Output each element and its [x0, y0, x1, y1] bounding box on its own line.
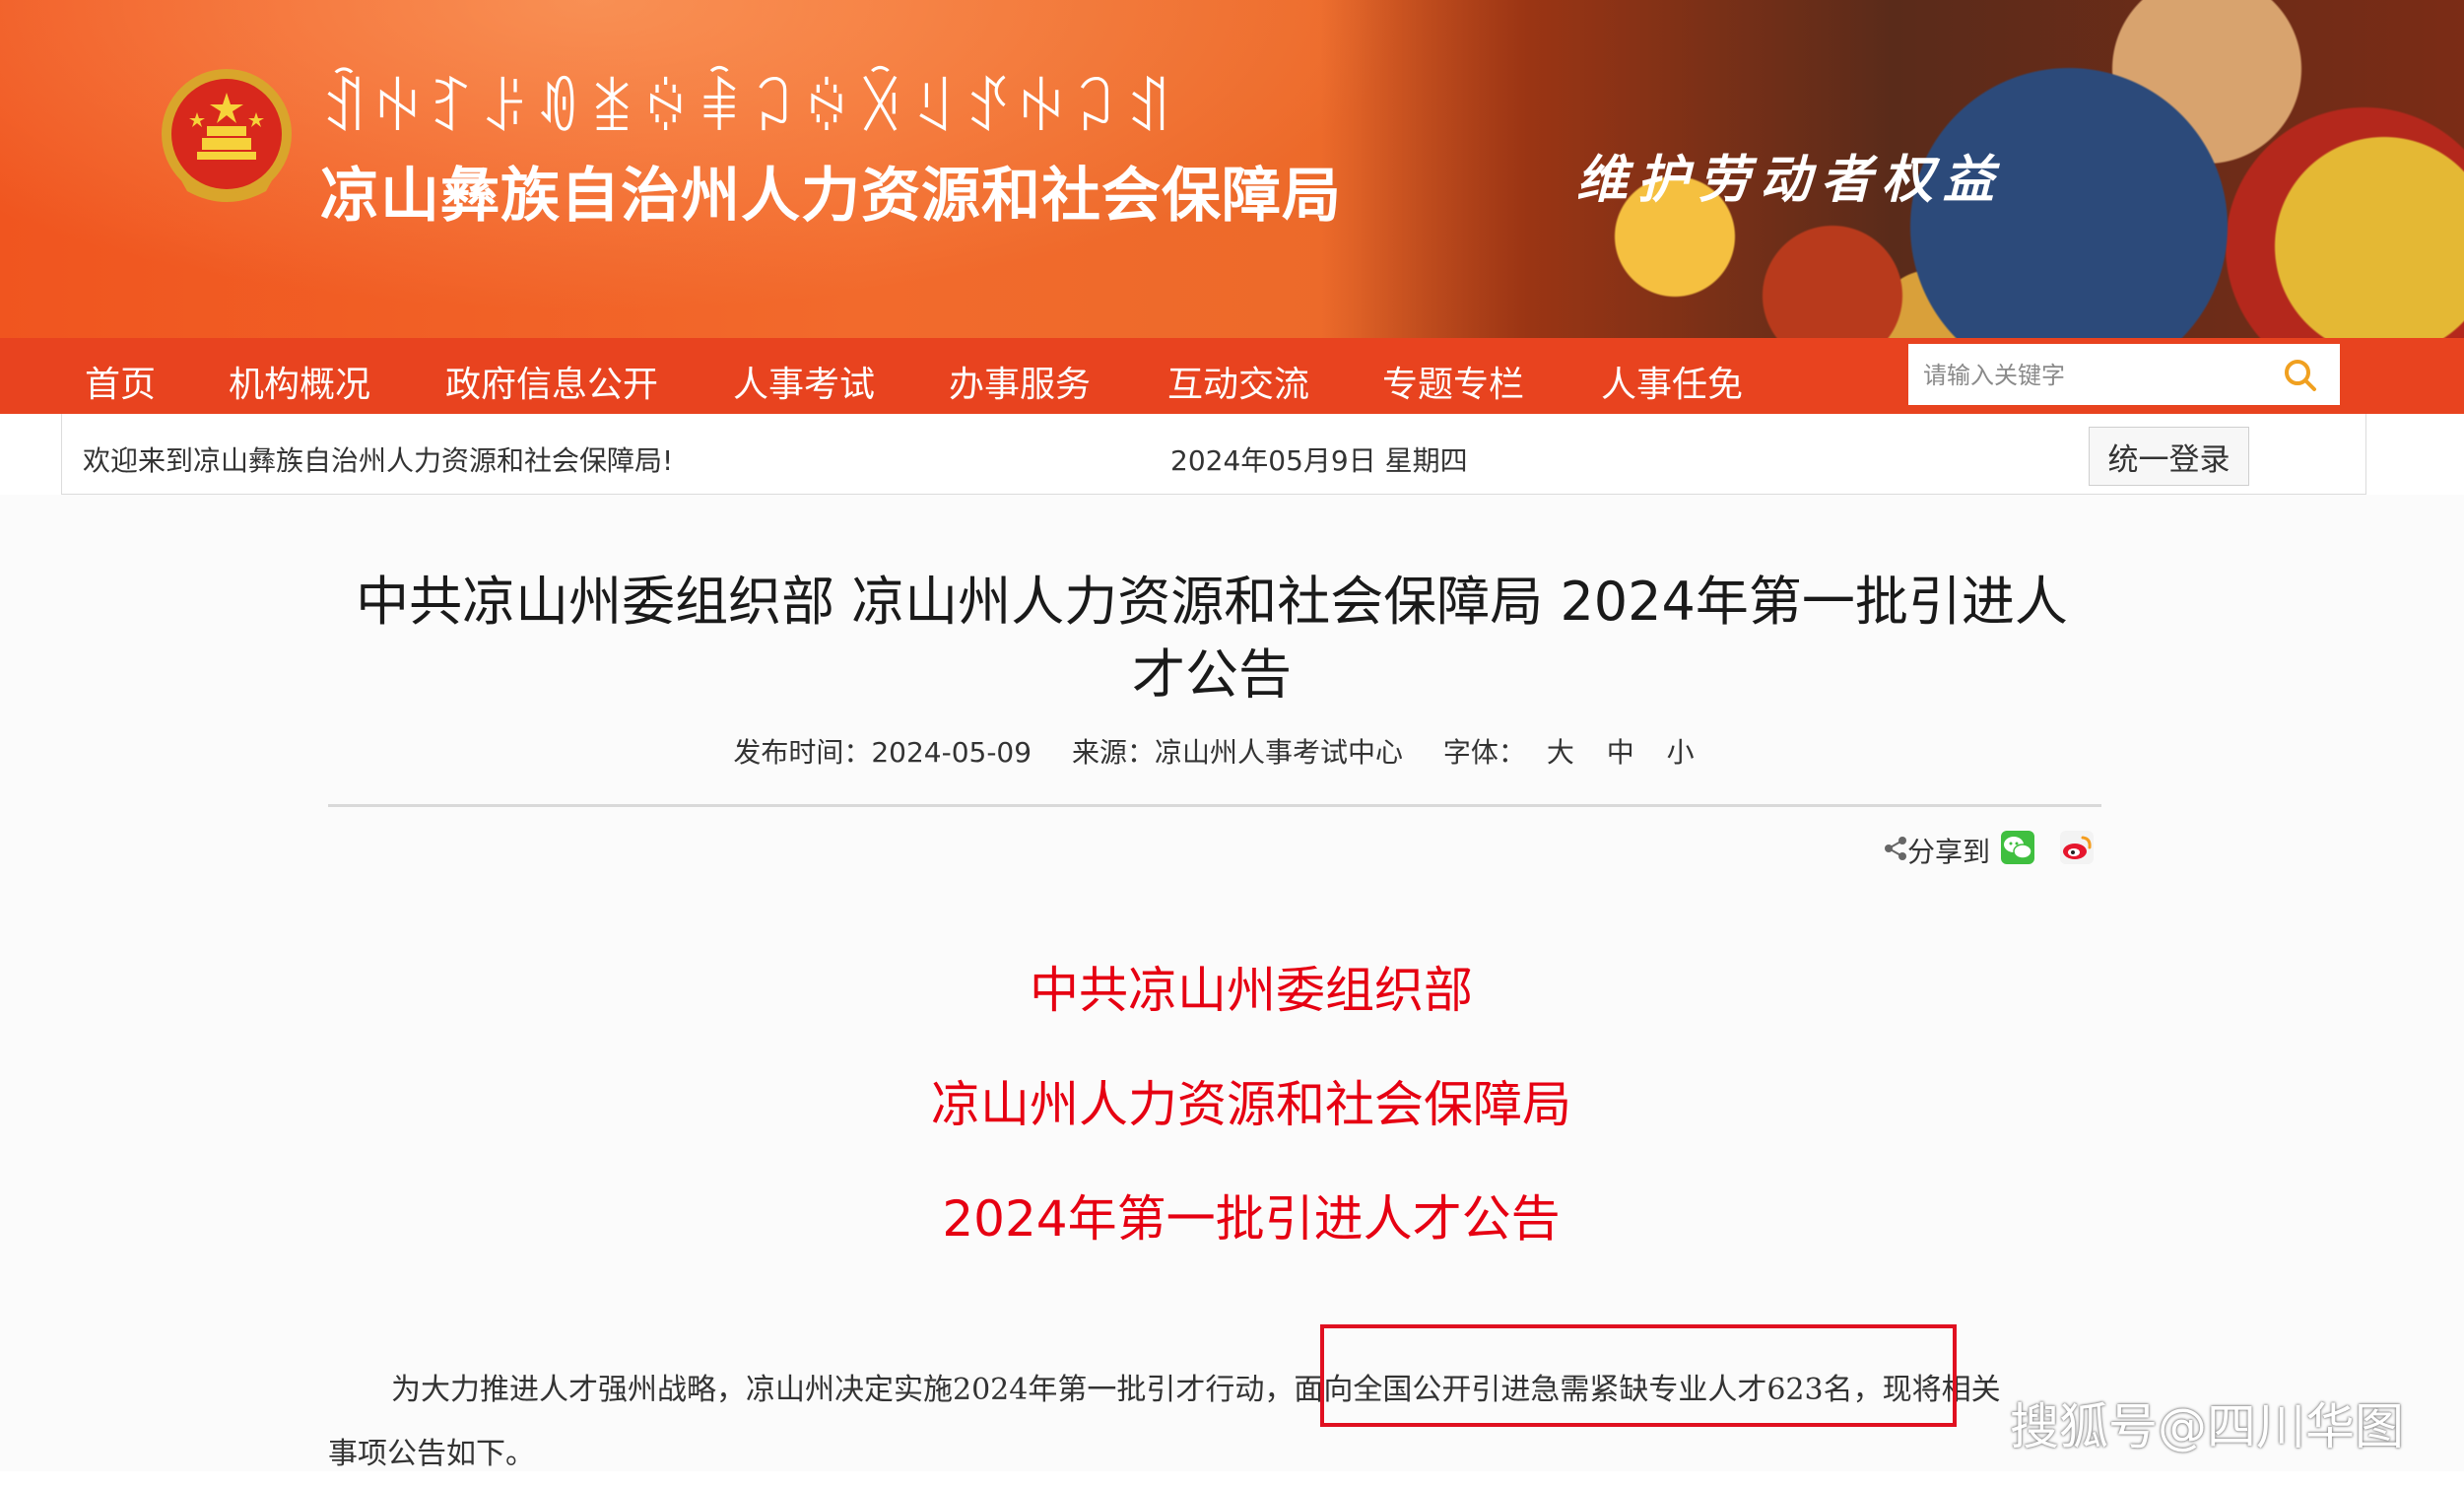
- paragraph-line2: 事项公告如下。: [328, 1437, 535, 1471]
- font-size-medium[interactable]: 中: [1607, 736, 1634, 769]
- red-heading-line3: 2024年第一批引进人才公告: [942, 1190, 1561, 1248]
- highlight-annotation-box: [1320, 1324, 1957, 1427]
- weibo-icon[interactable]: [2059, 830, 2095, 865]
- search-input[interactable]: [1921, 350, 2280, 401]
- nav-item-gov-info[interactable]: 政府信息公开: [445, 356, 658, 407]
- article-title: 中共凉山州委组织部 凉山州人力资源和社会保障局 2024年第一批引进人 才公告: [325, 566, 2098, 711]
- site-title: 凉山彝族自治州人力资源和社会保障局: [320, 162, 1342, 231]
- article-source: 来源：凉山州人事考试中心: [1071, 736, 1403, 769]
- header-banner: ꀉꑭꆈꌠꀑꁧꍈꑋꃀꍈꋋꆹꀋꑭꃀꀊ 凉山彝族自治州人力资源和社会保障局 维护劳动者…: [0, 0, 2464, 338]
- banner-slogan: 维护劳动者权益: [1576, 151, 2005, 210]
- article-title-line2: 才公告: [1132, 643, 1292, 706]
- share-label: 分享到: [1907, 836, 1991, 868]
- yi-script-title: ꀉꑭꆈꌠꀑꁧꍈꑋꃀꍈꋋꆹꀋꑭꃀꀊ: [320, 73, 1178, 145]
- nav-item-services[interactable]: 办事服务: [949, 356, 1091, 407]
- nav-item-about[interactable]: 机构概况: [229, 356, 370, 407]
- font-size-large[interactable]: 大: [1547, 736, 1574, 769]
- wechat-icon[interactable]: [2000, 830, 2035, 865]
- nav-item-exams[interactable]: 人事考试: [733, 356, 875, 407]
- share-icon: [1885, 837, 1906, 860]
- title-divider: [328, 804, 2101, 807]
- font-size-label: 字体：: [1442, 736, 1526, 769]
- red-heading-line1: 中共凉山州委组织部: [1030, 962, 1473, 1019]
- font-size-small[interactable]: 小: [1667, 736, 1695, 769]
- article-meta: 发布时间：2024-05-09 来源：凉山州人事考试中心 字体： 大 中 小: [325, 731, 2098, 771]
- article-title-line1: 中共凉山州委组织部 凉山州人力资源和社会保障局 2024年第一批引进人: [356, 571, 2068, 633]
- source-watermark: 搜狐号@四川华图: [2010, 1398, 2404, 1455]
- unified-login-button[interactable]: 统一登录: [2089, 427, 2249, 486]
- current-date: 2024年05月9日 星期四: [1170, 444, 1468, 477]
- welcome-text: 欢迎来到凉山彝族自治州人力资源和社会保障局!: [83, 444, 674, 477]
- nav-item-home[interactable]: 首页: [85, 356, 156, 407]
- red-heading-line2: 凉山州人力资源和社会保障局: [931, 1076, 1571, 1133]
- nav-item-interact[interactable]: 互动交流: [1167, 356, 1309, 407]
- publish-date: 发布时间：2024-05-09: [733, 736, 1032, 769]
- nav-item-topics[interactable]: 专题专栏: [1382, 356, 1524, 407]
- search-icon[interactable]: [2282, 357, 2317, 392]
- national-emblem-icon: [162, 69, 292, 202]
- nav-item-appointments[interactable]: 人事任免: [1601, 356, 1743, 407]
